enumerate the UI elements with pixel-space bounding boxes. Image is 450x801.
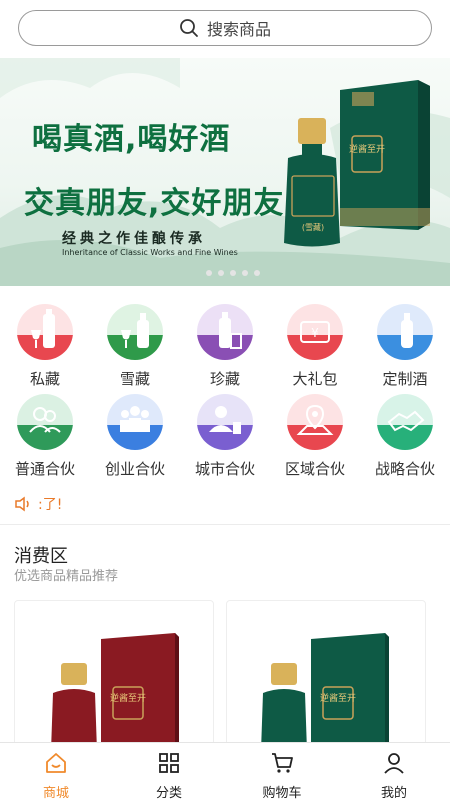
category-item[interactable]: 战略合伙	[360, 394, 450, 479]
carousel-dot[interactable]	[218, 270, 224, 276]
category-label: 珍藏	[209, 370, 240, 388]
wine-glass-icon	[31, 309, 55, 348]
custom-bottle-icon	[401, 313, 413, 348]
handshake-icon	[387, 410, 425, 432]
category-label: 雪藏	[119, 370, 150, 388]
category-item[interactable]: 私藏	[0, 304, 90, 389]
category-item[interactable]: 雪藏	[90, 304, 180, 389]
user-icon	[384, 753, 404, 774]
bottom-tab-bar: 商城 分类 购物车 我的	[0, 742, 450, 801]
carousel-dots[interactable]	[206, 270, 260, 276]
carousel-dot[interactable]	[254, 270, 260, 276]
tab-label: 我的	[380, 786, 407, 801]
category-label: 城市合伙	[194, 460, 255, 478]
svg-text:逆酱至开: 逆酱至开	[349, 143, 385, 155]
divider	[0, 524, 450, 525]
grid-icon	[159, 753, 179, 773]
cart-icon	[272, 753, 293, 773]
tab-home[interactable]: 商城	[16, 751, 96, 801]
category-label: 战略合伙	[374, 460, 435, 478]
category-label: 大礼包	[292, 370, 338, 388]
bottle-box-icon	[219, 312, 242, 349]
tab-label: 分类	[155, 786, 182, 801]
tab-profile[interactable]: 我的	[354, 751, 434, 801]
banner-headline-2: 交真朋友,交好朋友	[24, 186, 285, 221]
category-item[interactable]: 定制酒	[360, 304, 450, 389]
team-icon	[120, 406, 150, 432]
product-image: 逆酱至开	[261, 633, 389, 751]
carousel-dot[interactable]	[242, 270, 248, 276]
category-label: 定制酒	[382, 370, 428, 388]
section-subtitle: 优选商品精品推荐	[14, 569, 119, 584]
category-label: 区域合伙	[284, 460, 345, 478]
map-pin-icon	[296, 404, 334, 435]
product-card[interactable]: 逆酱至开	[226, 600, 426, 752]
category-item[interactable]: 普通合伙	[0, 394, 90, 479]
category-item[interactable]: 城市合伙	[180, 394, 270, 479]
search-input[interactable]: 搜索商品	[18, 10, 432, 46]
speaker-icon	[15, 496, 29, 512]
tab-label: 购物车	[262, 786, 302, 801]
tab-label: 商城	[42, 786, 69, 801]
tab-cart[interactable]: 购物车	[242, 751, 322, 801]
category-item[interactable]: 区域合伙	[270, 394, 360, 479]
category-label: 创业合伙	[104, 460, 165, 478]
category-item[interactable]: 珍藏	[180, 304, 270, 389]
wine-bottle-icon	[121, 313, 149, 348]
search-icon	[180, 19, 198, 37]
product-image: 逆酱至开	[51, 633, 179, 751]
carousel-dot[interactable]	[206, 270, 212, 276]
banner-tagline-en: Inheritance of Classic Works and Fine Wi…	[62, 248, 238, 257]
notice-bar[interactable]: :了!	[14, 494, 62, 514]
carousel-dot[interactable]	[230, 270, 236, 276]
promo-banner[interactable]: 逆酱至开 (雪藏) 喝真酒,喝好酒 交真朋友,交好朋友 经典之作佳酿传承 Inh…	[0, 58, 450, 286]
search-bar-area: 搜索商品	[0, 0, 450, 58]
category-item[interactable]: ¥ 大礼包	[270, 304, 360, 389]
gift-box: 逆酱至开	[340, 80, 430, 230]
svg-text:逆酱至开: 逆酱至开	[320, 692, 356, 704]
product-card[interactable]: 逆酱至开	[14, 600, 214, 752]
partners-icon	[29, 407, 61, 433]
search-placeholder: 搜索商品	[206, 20, 271, 39]
category-label: 私藏	[29, 370, 60, 388]
banner-tagline: 经典之作佳酿传承	[62, 231, 206, 247]
svg-text:¥: ¥	[311, 326, 319, 340]
category-label: 普通合伙	[14, 460, 75, 478]
gift-coupon-icon: ¥	[300, 321, 330, 343]
notice-text: :了!	[38, 497, 63, 513]
svg-text:逆酱至开: 逆酱至开	[110, 692, 146, 704]
category-item[interactable]: 创业合伙	[90, 394, 180, 479]
tab-category[interactable]: 分类	[129, 751, 209, 801]
svg-text:(雪藏): (雪藏)	[302, 222, 324, 232]
city-person-icon	[209, 406, 241, 434]
liquor-bottle: (雪藏)	[284, 118, 340, 247]
banner-headline-1: 喝真酒,喝好酒	[32, 122, 231, 157]
home-icon	[46, 753, 66, 773]
